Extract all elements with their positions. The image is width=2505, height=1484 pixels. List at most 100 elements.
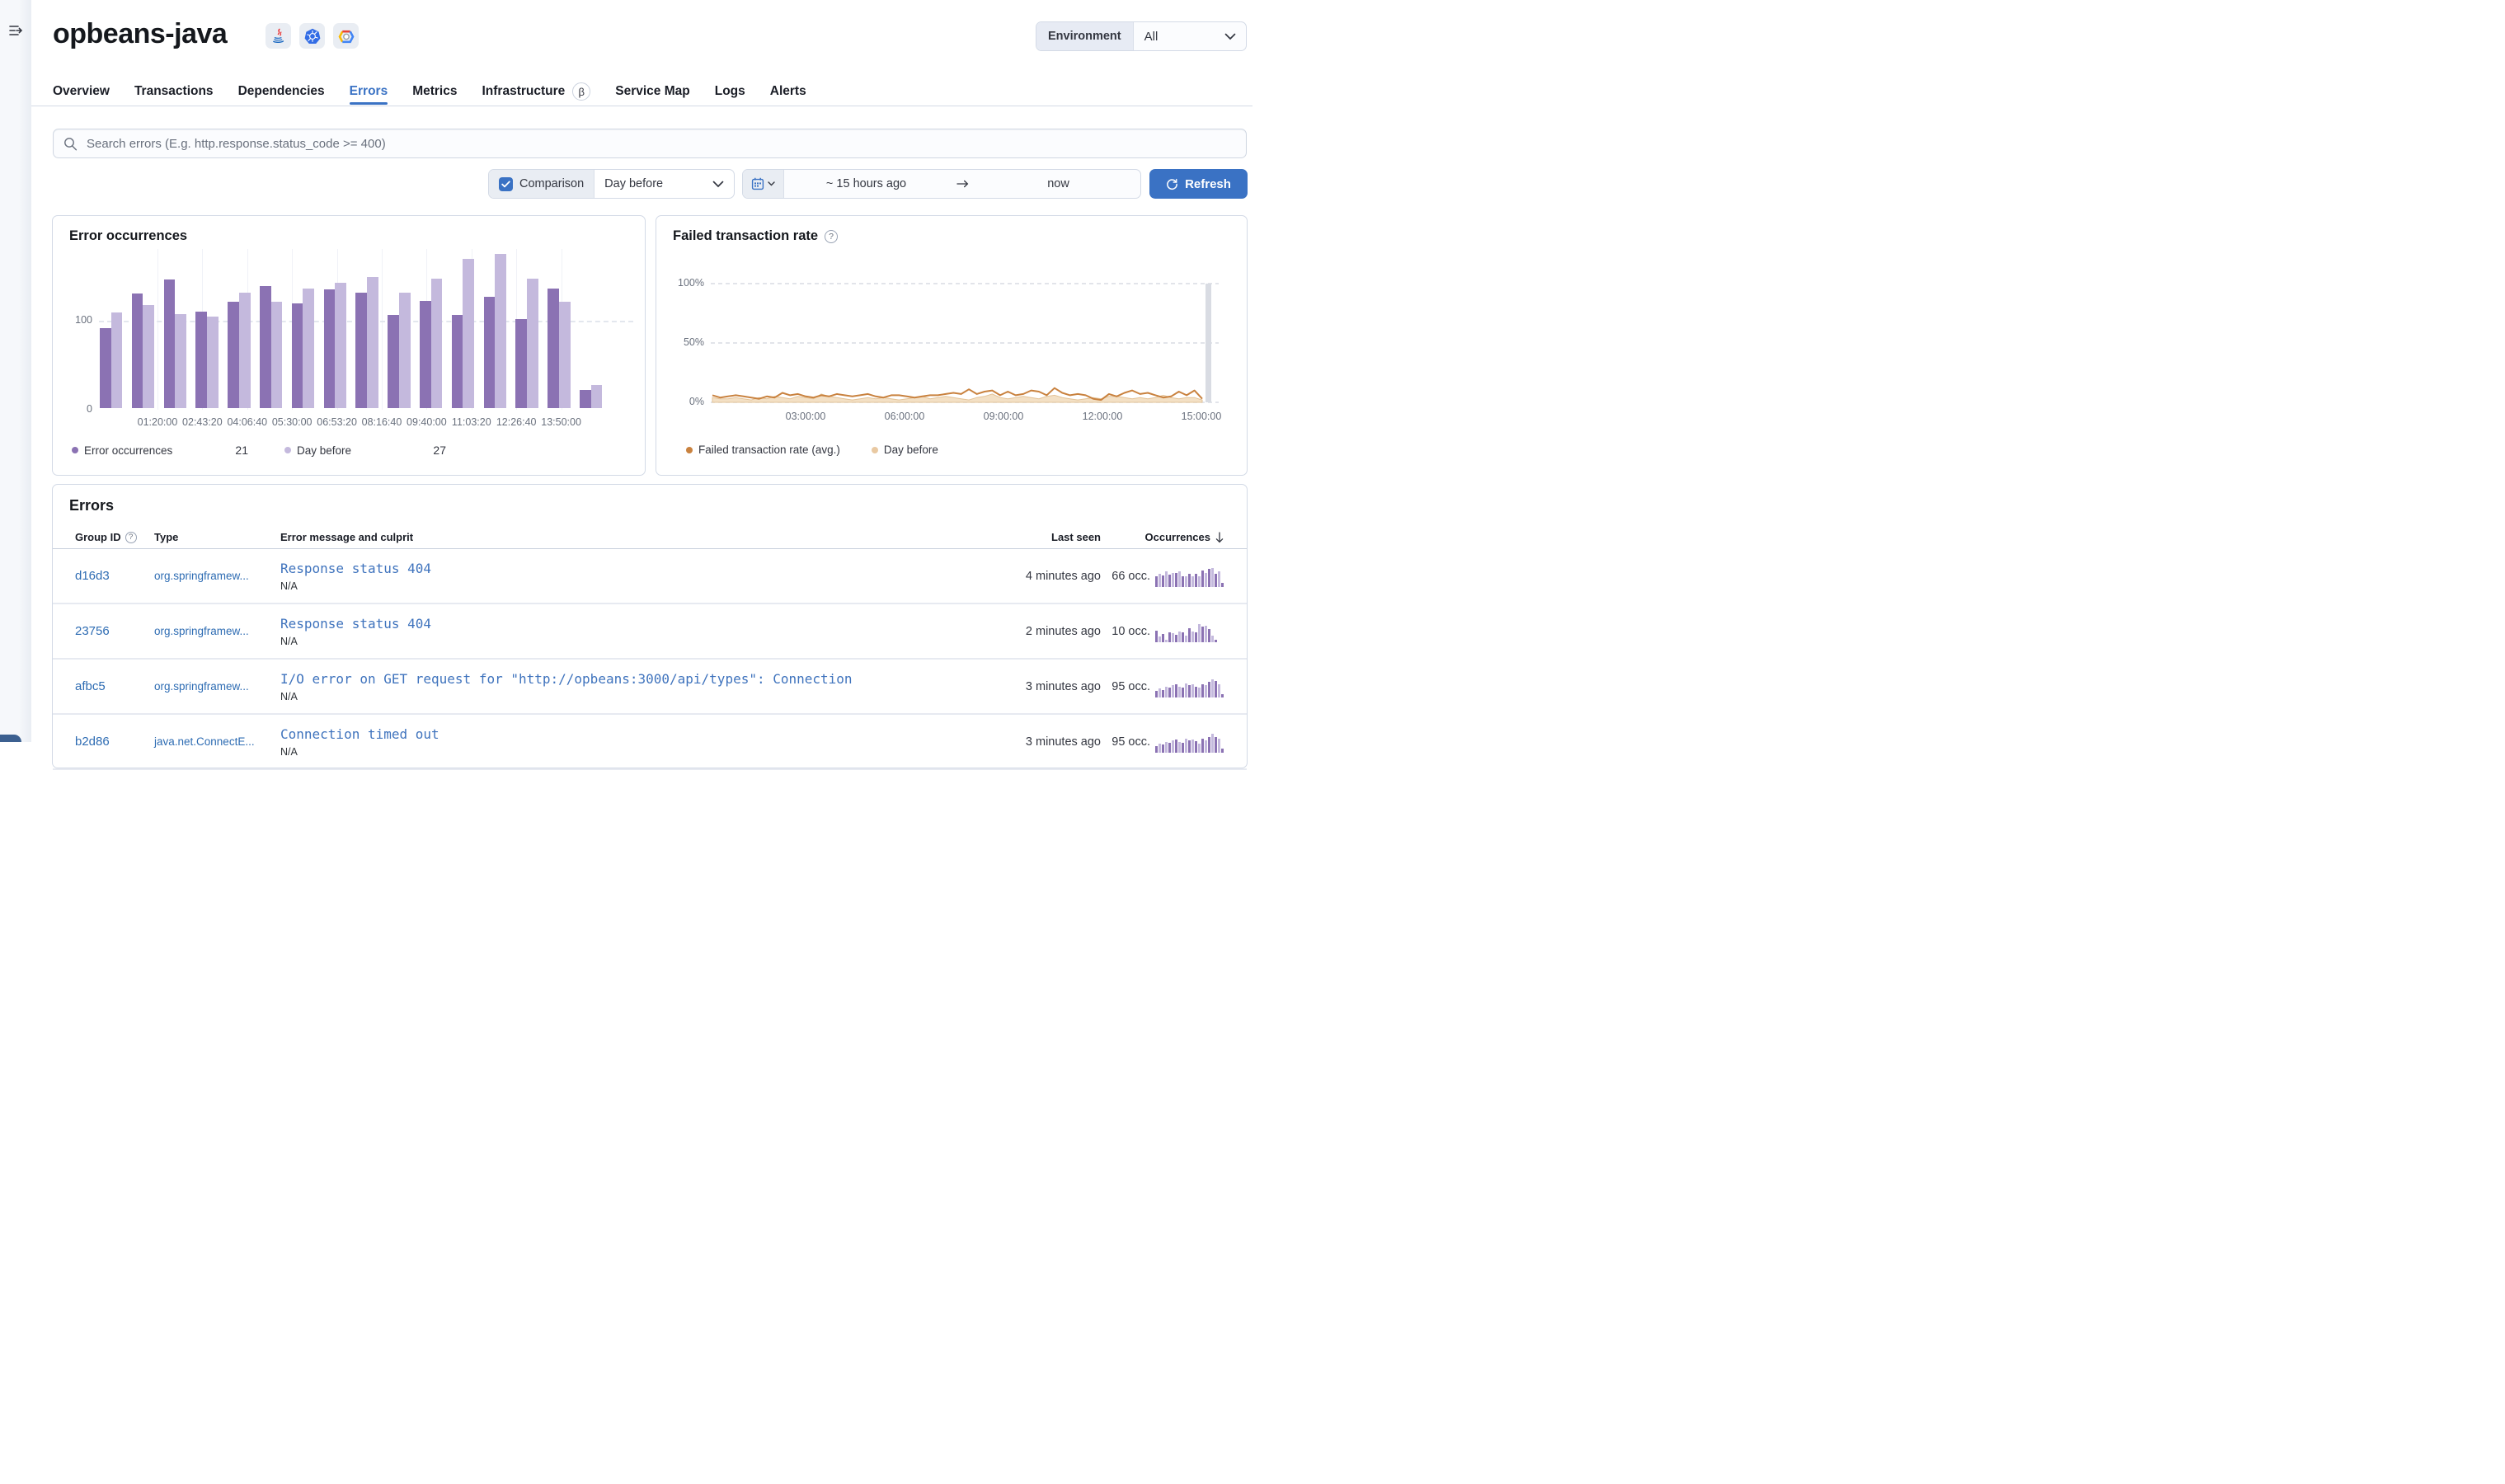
bar-current[interactable] [163, 279, 176, 408]
error-group-link[interactable]: d16d3 [75, 569, 110, 583]
error-type-link[interactable]: org.springframew... [154, 625, 249, 637]
legend-item-day-before[interactable]: Day before [871, 444, 938, 456]
spark-bar [1165, 686, 1168, 697]
time-range-end[interactable]: now [976, 170, 1140, 198]
spark-bar [1198, 576, 1201, 587]
bar-previous[interactable] [430, 279, 443, 408]
error-group-link[interactable]: b2d86 [75, 735, 110, 749]
bar-previous[interactable] [303, 289, 315, 408]
environment-value: All [1134, 22, 1246, 50]
bar-previous[interactable] [143, 304, 155, 408]
calendar-menu-button[interactable] [743, 170, 784, 198]
error-message-link[interactable]: I/O error on GET request for "http://opb… [280, 671, 853, 687]
apm-service-errors-page: opbeans-java Environment All Overview Tr… [0, 0, 1252, 770]
bar-previous[interactable] [527, 279, 538, 408]
bar-current[interactable] [195, 312, 208, 408]
bar-current[interactable] [355, 292, 368, 408]
environment-select[interactable]: Environment All [1036, 21, 1247, 51]
tab-label: Logs [714, 84, 745, 98]
bar-previous[interactable] [463, 258, 475, 408]
tab-label: Dependencies [237, 84, 325, 98]
bar-current[interactable] [131, 293, 143, 408]
y-tick-label: 100% [678, 277, 704, 289]
error-type-link[interactable]: org.springframew... [154, 570, 249, 582]
tab-alerts[interactable]: Alerts [770, 79, 806, 104]
bar-previous[interactable] [175, 313, 186, 408]
column-occurrences-sort[interactable]: Occurrences [1101, 531, 1224, 543]
error-group-link[interactable]: 23756 [75, 624, 110, 638]
cell-type: org.springframew... [154, 569, 280, 584]
bar-current[interactable] [228, 302, 239, 408]
spark-bar [1191, 631, 1194, 642]
bar-previous[interactable] [238, 292, 251, 408]
bar-current[interactable] [323, 289, 336, 408]
bar-current[interactable] [515, 319, 528, 408]
bar-current[interactable] [580, 390, 591, 408]
tab-overview[interactable]: Overview [53, 79, 110, 104]
spark-bar [1218, 571, 1220, 587]
bar-current[interactable] [483, 297, 496, 408]
cell-message: Response status 404 N/A [280, 616, 969, 647]
tab-logs[interactable]: Logs [715, 79, 745, 104]
error-message-link[interactable]: Connection timed out [280, 726, 853, 742]
bar-previous[interactable] [495, 254, 506, 408]
bar-previous[interactable] [558, 302, 571, 408]
bar-previous[interactable] [110, 312, 123, 408]
spark-bar [1185, 683, 1187, 697]
spark-bar [1185, 739, 1187, 753]
y-tick-label: 0% [689, 396, 704, 407]
error-message-link[interactable]: Response status 404 [280, 561, 853, 576]
bar-current[interactable] [100, 327, 111, 408]
spark-bar [1168, 688, 1171, 697]
legend-item-failed-rate[interactable]: Failed transaction rate (avg.) [686, 444, 840, 456]
error-message-link[interactable]: Response status 404 [280, 616, 853, 632]
spark-bar [1221, 693, 1224, 697]
legend-item-previous[interactable]: Day before 27 [284, 444, 446, 457]
bar-current[interactable] [291, 303, 303, 408]
spark-bar [1159, 573, 1161, 587]
bar-previous[interactable] [270, 302, 283, 408]
bar-previous[interactable] [367, 277, 378, 408]
refresh-button[interactable]: Refresh [1149, 169, 1248, 199]
kubernetes-icon [299, 23, 325, 49]
check-icon [501, 181, 510, 187]
collapsed-sidebar [0, 0, 31, 742]
error-group-link[interactable]: afbc5 [75, 679, 106, 693]
comparison-select[interactable]: Day before [595, 170, 734, 198]
spark-bar [1172, 633, 1174, 642]
bar-current[interactable] [548, 289, 559, 408]
spark-bar [1168, 742, 1171, 753]
spark-bar [1205, 626, 1207, 642]
bar-current[interactable] [388, 314, 399, 408]
tab-dependencies[interactable]: Dependencies [238, 79, 325, 104]
tab-errors[interactable]: Errors [349, 79, 388, 105]
chevron-down-icon [1224, 33, 1236, 40]
tab-infrastructure[interactable]: Infrastructure β [482, 79, 591, 104]
spark-bar [1218, 739, 1220, 753]
bar-pair [228, 292, 251, 408]
tab-transactions[interactable]: Transactions [134, 79, 214, 104]
comparison-checkbox[interactable] [499, 176, 513, 191]
search-input[interactable] [53, 129, 1247, 158]
spark-bar [1162, 744, 1164, 753]
table-row: 23756 org.springframew... Response status … [53, 604, 1247, 660]
time-range-start[interactable]: ~ 15 hours ago [784, 170, 948, 198]
bar-current[interactable] [420, 301, 431, 408]
column-last-seen: Last seen [1051, 531, 1101, 543]
chevron-down-icon [712, 181, 724, 187]
error-type-link[interactable]: java.net.ConnectE... [154, 735, 255, 748]
bar-previous[interactable] [207, 316, 219, 408]
bar-current[interactable] [260, 286, 271, 408]
bar-previous[interactable] [398, 292, 411, 408]
tab-service-map[interactable]: Service Map [615, 79, 689, 104]
legend-item-current[interactable]: Error occurrences 21 [72, 444, 248, 457]
legend-dot-previous [284, 447, 291, 453]
expand-sidebar-icon[interactable] [7, 22, 24, 39]
legend-value-current: 21 [235, 444, 248, 457]
bar-previous[interactable] [335, 282, 346, 408]
error-culprit: N/A [280, 745, 298, 758]
tab-metrics[interactable]: Metrics [412, 79, 457, 104]
bar-current[interactable] [451, 314, 463, 408]
error-type-link[interactable]: org.springframew... [154, 680, 249, 693]
bar-previous[interactable] [590, 384, 603, 408]
